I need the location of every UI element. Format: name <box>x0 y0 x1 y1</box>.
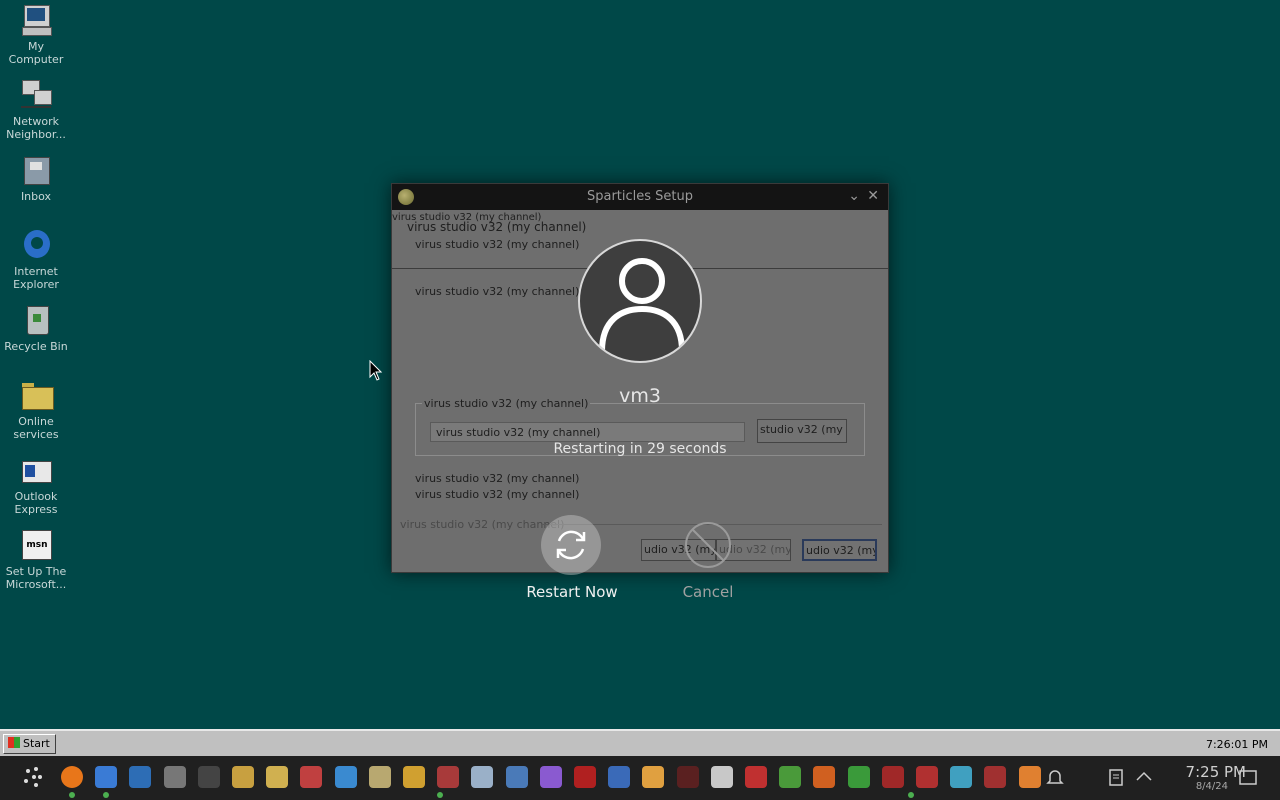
outlook-express-icon <box>19 453 53 487</box>
game-icon[interactable] <box>677 766 699 788</box>
tray-time[interactable]: 7:25 PM <box>1186 763 1246 781</box>
pin-icon[interactable] <box>437 766 459 788</box>
folder-icon <box>19 378 54 412</box>
branding-text: virus studio v32 (my channel) <box>400 518 565 531</box>
paint-icon[interactable] <box>300 766 322 788</box>
browser-icon[interactable] <box>540 766 562 788</box>
chevron-up-icon[interactable] <box>1135 769 1153 783</box>
wine-alt-icon[interactable] <box>916 766 938 788</box>
close-icon[interactable]: ✕ <box>867 188 879 204</box>
desktop-icon-msn-setup[interactable]: msn Set Up The Microsoft... <box>0 528 72 591</box>
clipboard-icon[interactable] <box>1107 767 1125 787</box>
restart-countdown: Restarting in 29 seconds <box>553 441 727 457</box>
dialog-title: Sparticles Setup <box>586 189 694 204</box>
clock-icon[interactable] <box>403 766 425 788</box>
cloud-icon[interactable] <box>471 766 493 788</box>
restart-now-button[interactable] <box>541 515 601 575</box>
wine-beta-icon[interactable] <box>984 766 1006 788</box>
header-subtitle: virus studio v32 (my channel) <box>415 238 580 251</box>
network-icon <box>19 78 53 112</box>
destination-path-input[interactable]: virus studio v32 (my channel) <box>430 422 745 442</box>
desktop-icon-label: Outlook Express <box>14 490 58 516</box>
plane-icon[interactable] <box>950 766 972 788</box>
recycle-bin-icon <box>19 303 53 337</box>
running-indicator <box>69 792 75 798</box>
user-name: vm3 <box>619 385 661 407</box>
desktop-icon-label: Internet Explorer <box>13 265 59 291</box>
computer-icon <box>19 3 53 37</box>
inbox-icon <box>19 153 53 187</box>
cancel-icon <box>685 522 731 568</box>
settings-icon[interactable] <box>164 766 186 788</box>
bell-icon[interactable] <box>1045 767 1065 787</box>
folder-icon[interactable] <box>129 766 151 788</box>
chat-alt-icon[interactable] <box>266 766 288 788</box>
user-icon <box>599 258 685 352</box>
desktop-icon-recycle-bin[interactable]: Recycle Bin <box>0 303 72 353</box>
palette-icon[interactable] <box>642 766 664 788</box>
start-label: Start <box>23 737 50 750</box>
show-desktop-icon[interactable] <box>1239 769 1257 787</box>
classic-taskbar: Start 7:26:01 PM <box>0 729 1280 756</box>
body-text: virus studio v32 (my channel) <box>415 285 580 298</box>
header-heading: virus studio v32 (my channel) <box>407 220 587 234</box>
gamepad-icon[interactable] <box>608 766 630 788</box>
calculator-icon[interactable] <box>335 766 357 788</box>
running-indicator <box>437 792 443 798</box>
desktop-icon-online-services[interactable]: Online services <box>0 378 72 441</box>
dialog-titlebar: Sparticles Setup ⌄ ✕ <box>392 184 888 210</box>
chat-icon[interactable] <box>232 766 254 788</box>
space-required-text: virus studio v32 (my channel) <box>415 472 580 485</box>
mouse-cursor-icon <box>369 360 383 381</box>
refresh-icon <box>556 530 586 560</box>
desktop-icon-label: Network Neighbor... <box>6 115 66 141</box>
cancel-restart-label[interactable]: Cancel <box>638 583 778 601</box>
nvidia-icon[interactable] <box>779 766 801 788</box>
running-indicator <box>103 792 109 798</box>
desktop-icon-label: Recycle Bin <box>4 340 68 353</box>
classic-clock: 7:26:01 PM <box>1205 738 1268 751</box>
cancel-setup-button[interactable]: udio v32 (my ch <box>802 539 877 561</box>
windows-flag-icon <box>8 737 20 748</box>
desktop-icon-my-computer[interactable]: My Computer <box>0 3 72 66</box>
colors-icon[interactable] <box>745 766 767 788</box>
running-indicator <box>908 792 914 798</box>
start-button[interactable]: Start <box>3 734 56 754</box>
user-avatar <box>578 239 702 363</box>
media-icon[interactable] <box>574 766 596 788</box>
msn-icon: msn <box>19 528 53 562</box>
store-icon[interactable] <box>369 766 391 788</box>
desktop-icon-label: Set Up The Microsoft... <box>5 565 67 591</box>
desktop-icon-outlook-express[interactable]: Outlook Express <box>0 453 72 516</box>
package-icon[interactable] <box>1019 766 1041 788</box>
terminal-icon[interactable] <box>198 766 220 788</box>
desktop-icon-label: My Computer <box>8 40 64 66</box>
spotify-icon[interactable] <box>848 766 870 788</box>
space-available-text: virus studio v32 (my channel) <box>415 488 580 501</box>
desktop-icon-internet-explorer[interactable]: Internet Explorer <box>0 228 72 291</box>
desktop-icon-inbox[interactable]: Inbox <box>0 153 72 203</box>
restart-now-label[interactable]: Restart Now <box>502 583 642 601</box>
gallery-icon[interactable] <box>813 766 835 788</box>
minimize-icon[interactable]: ⌄ <box>848 188 860 204</box>
cancel-restart-button[interactable] <box>684 521 732 569</box>
firefox-icon[interactable] <box>61 766 83 788</box>
files-icon[interactable] <box>95 766 117 788</box>
launcher-icon[interactable] <box>22 765 46 789</box>
tool-icon[interactable] <box>506 766 528 788</box>
desktop-icon-network[interactable]: Network Neighbor... <box>0 78 72 141</box>
desktop-icon-label: Inbox <box>20 190 52 203</box>
desktop-icon-label: Online services <box>13 415 59 441</box>
tray-date[interactable]: 8/4/24 <box>1196 781 1228 792</box>
internet-explorer-icon <box>19 228 53 262</box>
scanner-icon[interactable] <box>711 766 733 788</box>
wine-icon[interactable] <box>882 766 904 788</box>
modern-taskbar: 7:25 PM 8/4/24 <box>0 756 1280 800</box>
browse-button[interactable]: studio v32 (my chan <box>757 419 847 443</box>
